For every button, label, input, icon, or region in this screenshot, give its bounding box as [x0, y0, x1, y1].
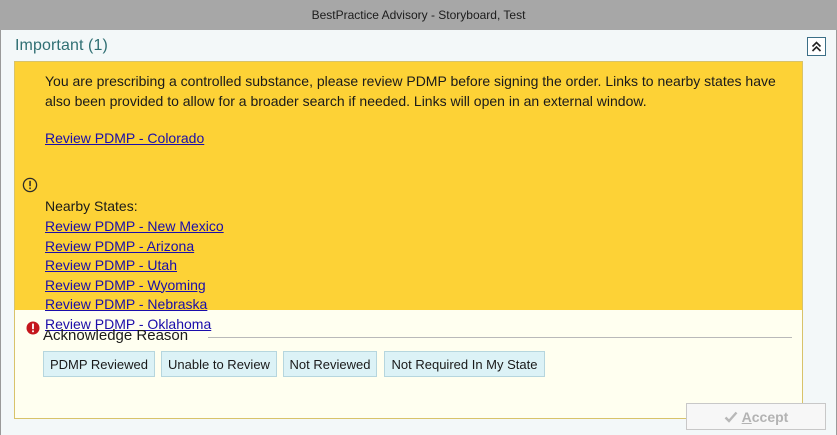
acknowledge-reason-title: Acknowledge Reason [43, 327, 189, 344]
accept-button[interactable]: Accept [686, 403, 826, 430]
reason-button-not-required-in-my-state[interactable]: Not Required In My State [384, 351, 545, 377]
nearby-states-label: Nearby States: [45, 198, 138, 214]
alert-message: You are prescribing a controlled substan… [45, 73, 776, 109]
warning-icon [22, 177, 38, 193]
red-exclamation-icon [26, 321, 40, 335]
link-review-pdmp-arizona[interactable]: Review PDMP - Arizona [45, 237, 194, 257]
acknowledge-divider [208, 337, 792, 338]
reason-button-pdmp-reviewed[interactable]: PDMP Reviewed [43, 351, 155, 377]
double-chevron-up-icon [811, 41, 822, 52]
reason-button-not-reviewed[interactable]: Not Reviewed [283, 351, 377, 377]
section-title: Important (1) [15, 37, 108, 54]
collapse-button[interactable] [807, 37, 826, 56]
accept-mnemonic: A [741, 408, 752, 425]
link-review-pdmp-nebraska[interactable]: Review PDMP - Nebraska [45, 295, 207, 315]
advisory-window: Important (1) You are prescribing a cont… [0, 30, 837, 435]
link-review-pdmp-wyoming[interactable]: Review PDMP - Wyoming [45, 276, 206, 296]
checkmark-icon [724, 411, 738, 423]
link-review-pdmp-utah[interactable]: Review PDMP - Utah [45, 256, 177, 276]
alert-message-area: You are prescribing a controlled substan… [15, 62, 802, 332]
reason-button-unable-to-review[interactable]: Unable to Review [161, 351, 277, 377]
link-review-pdmp-colorado[interactable]: Review PDMP - Colorado [45, 129, 204, 149]
link-review-pdmp-new-mexico[interactable]: Review PDMP - New Mexico [45, 217, 224, 237]
window-title: BestPractice Advisory - Storyboard, Test [311, 8, 526, 22]
window-title-bar: BestPractice Advisory - Storyboard, Test [0, 0, 837, 30]
advisory-alert-panel: You are prescribing a controlled substan… [14, 61, 803, 419]
accept-label-rest: ccept [751, 408, 789, 425]
accept-label: Accept [742, 409, 789, 425]
